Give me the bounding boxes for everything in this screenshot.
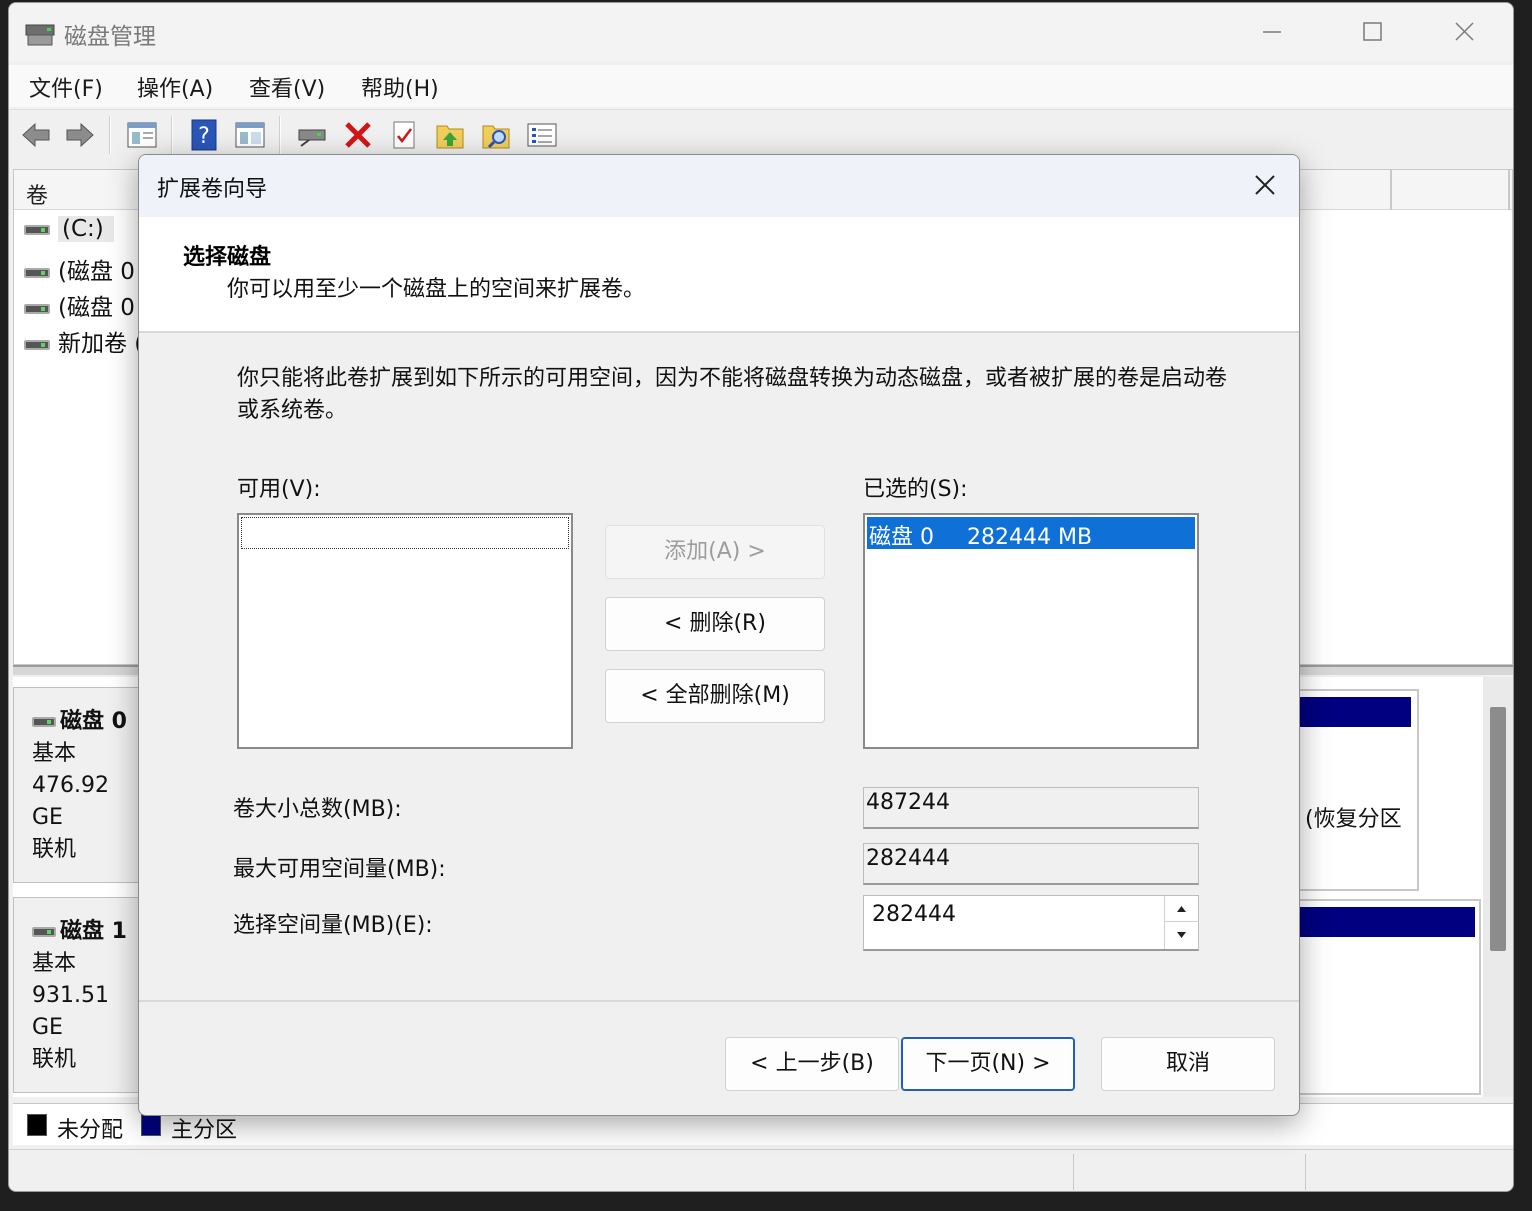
back-arrow-icon[interactable] [19, 118, 53, 152]
window-title: 磁盘管理 [64, 24, 156, 50]
help-icon[interactable]: ? [187, 118, 221, 152]
volume-column-header[interactable]: 卷 [26, 178, 48, 210]
menu-file[interactable]: 文件(F) [29, 71, 103, 103]
properties-view-icon[interactable] [233, 118, 267, 152]
disk-type: 基本 [32, 951, 77, 976]
spin-down-button[interactable] [1165, 922, 1198, 948]
legend-label-unallocated: 未分配 [57, 1118, 124, 1143]
maximize-button[interactable] [1349, 15, 1395, 49]
list-view-icon[interactable] [525, 118, 559, 152]
partition-header-bar [1295, 697, 1411, 727]
disk-map-scrollbar[interactable] [1483, 677, 1513, 1097]
menu-view[interactable]: 查看(V) [249, 71, 325, 103]
drive-icon [24, 303, 50, 314]
max-space-field: 282444 [863, 843, 1199, 885]
toolbar-separator [279, 116, 281, 154]
selected-label: 已选的(S): [863, 477, 968, 502]
volume-row[interactable]: 新加卷 ( [24, 324, 143, 358]
disk-0-label[interactable]: 磁盘 0 基本 476.92 GE 联机 [13, 687, 143, 883]
drive-icon [24, 224, 50, 235]
drive-icon [24, 339, 50, 350]
cancel-button[interactable]: 取消 [1101, 1037, 1275, 1091]
spin-buttons [1164, 896, 1198, 949]
menu-bar: 文件(F) 操作(A) 查看(V) 帮助(H) [9, 65, 1513, 107]
title-bar: 磁盘管理 [9, 3, 1513, 61]
wizard-step-title: 选择磁盘 [183, 245, 272, 270]
column-divider [1508, 170, 1510, 210]
dialog-title-bar: 扩展卷向导 [139, 155, 1299, 217]
toolbar-separator [109, 116, 111, 154]
close-window-button[interactable] [1441, 15, 1487, 49]
wizard-header: 选择磁盘 你可以用至少一个磁盘上的空间来扩展卷。 [139, 217, 1299, 333]
volume-row[interactable]: (C:) [24, 216, 114, 250]
minimize-button[interactable] [1249, 15, 1295, 49]
toolbar: ? [9, 109, 1513, 159]
forward-arrow-icon[interactable] [63, 118, 97, 152]
search-folder-icon[interactable] [479, 118, 513, 152]
partition-header-bar [1295, 907, 1475, 937]
partition-label: (恢复分区 [1305, 807, 1402, 832]
total-size-field: 487244 [863, 787, 1199, 829]
available-disks-list[interactable] [237, 513, 573, 749]
disk-icon [32, 717, 56, 727]
max-space-label: 最大可用空间量(MB): [233, 857, 446, 882]
volume-name: 新加卷 ( [58, 331, 144, 357]
delete-icon[interactable] [341, 118, 375, 152]
disk-status: 联机 [32, 837, 77, 862]
wizard-description: 你只能将此卷扩展到如下所示的可用空间，因为不能将磁盘转换为动态磁盘，或者被扩展的… [237, 366, 1228, 423]
disk-size: 476.92 GE [32, 773, 109, 830]
remove-button[interactable]: < 删除(R) [605, 597, 825, 651]
disk-status: 联机 [32, 1047, 77, 1072]
scrollbar-thumb[interactable] [1490, 707, 1506, 951]
list-focus-row [241, 517, 569, 549]
status-divider [1073, 1154, 1074, 1190]
disk-size: 931.51 GE [32, 983, 109, 1040]
select-space-spinbox[interactable]: 282444 [863, 895, 1199, 951]
disk-type: 基本 [32, 741, 77, 766]
console-tree-icon[interactable] [125, 118, 159, 152]
selected-disks-list[interactable]: 磁盘 0 282444 MB [863, 513, 1199, 749]
back-button[interactable]: < 上一步(B) [725, 1037, 899, 1091]
legend-swatch-unallocated [27, 1114, 47, 1136]
disk-1-label[interactable]: 磁盘 1 基本 931.51 GE 联机 [13, 897, 143, 1093]
column-divider [1390, 170, 1392, 210]
dialog-close-button[interactable] [1245, 169, 1285, 203]
disk-icon [32, 927, 56, 937]
status-divider [1305, 1154, 1306, 1190]
status-bar [9, 1149, 1513, 1191]
menu-help[interactable]: 帮助(H) [361, 71, 439, 103]
select-space-input[interactable]: 282444 [872, 902, 956, 927]
menu-action[interactable]: 操作(A) [137, 71, 213, 103]
checklist-icon[interactable] [387, 118, 421, 152]
next-button[interactable]: 下一页(N) > [901, 1037, 1075, 1091]
available-label: 可用(V): [237, 477, 321, 502]
selected-disk-name: 磁盘 0 [869, 525, 934, 550]
spin-up-button[interactable] [1165, 896, 1198, 922]
move-up-icon[interactable] [433, 118, 467, 152]
drive-icon [24, 267, 50, 278]
toolbar-separator [171, 116, 173, 154]
footer-divider [139, 1000, 1299, 1002]
svg-text:?: ? [198, 124, 210, 149]
extend-volume-wizard-dialog: 扩展卷向导 选择磁盘 你可以用至少一个磁盘上的空间来扩展卷。 你只能将此卷扩展到… [138, 154, 1300, 1116]
list-item[interactable]: 磁盘 0 282444 MB [867, 517, 1195, 550]
connect-disk-icon[interactable] [295, 118, 329, 152]
disk-name: 磁盘 1 [60, 919, 127, 944]
legend-swatch-primary [141, 1114, 161, 1136]
remove-all-button[interactable]: < 全部删除(M) [605, 669, 825, 723]
wizard-step-subtitle: 你可以用至少一个磁盘上的空间来扩展卷。 [227, 277, 646, 302]
volume-name: (C:) [58, 216, 114, 242]
disk-name: 磁盘 0 [60, 709, 127, 734]
add-button[interactable]: 添加(A) > [605, 525, 825, 579]
disk-management-icon [25, 21, 55, 47]
legend-label-primary: 主分区 [171, 1118, 238, 1143]
select-space-label: 选择空间量(MB)(E): [233, 913, 433, 938]
total-size-label: 卷大小总数(MB): [233, 797, 402, 822]
selected-disk-size: 282444 MB [967, 525, 1093, 550]
dialog-title: 扩展卷向导 [157, 177, 268, 202]
